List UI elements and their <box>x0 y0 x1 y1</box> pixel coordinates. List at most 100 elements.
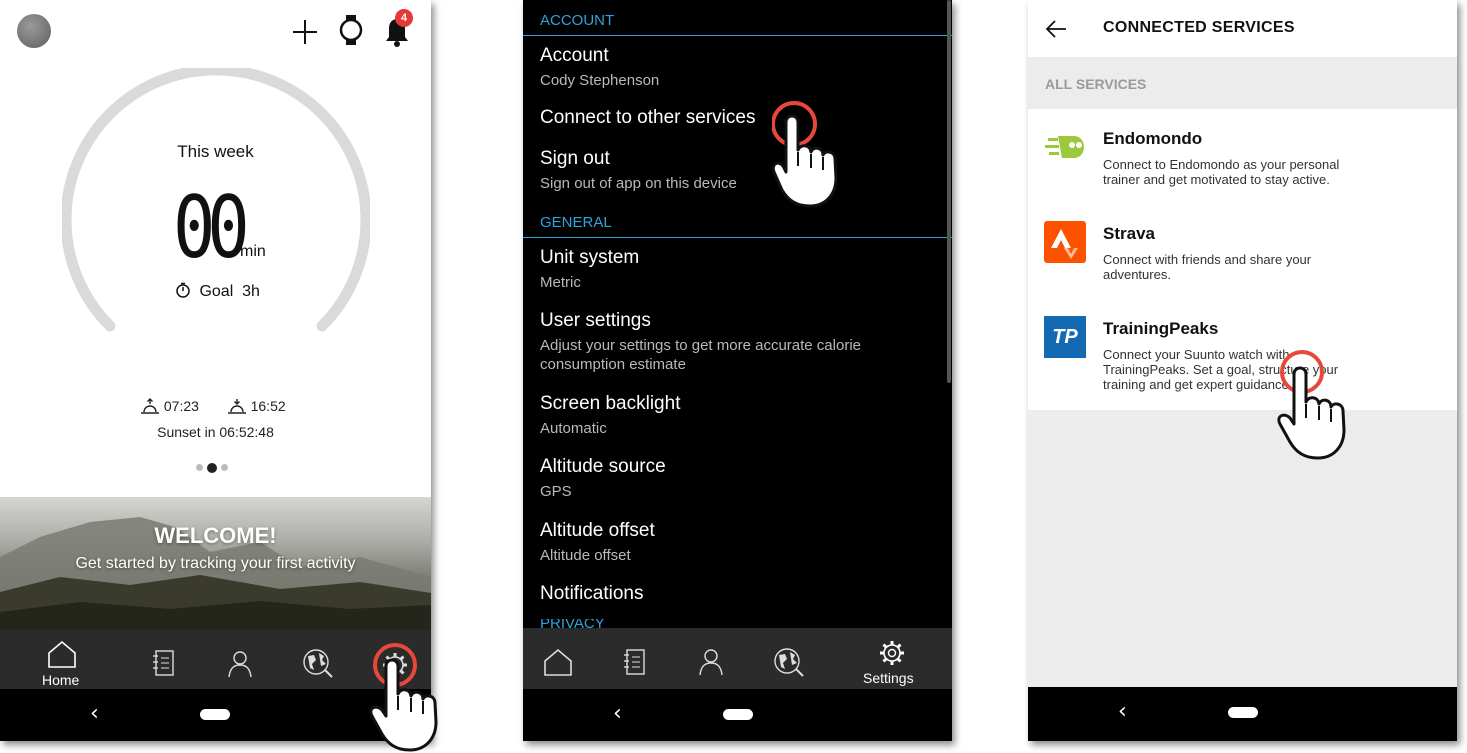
page-dot <box>221 464 228 472</box>
page-dot <box>196 464 203 472</box>
section-all-services: ALL SERVICES <box>1045 76 1147 92</box>
settings-item-title: User settings <box>540 310 651 331</box>
service-name: Strava <box>1103 224 1155 243</box>
settings-item-user-settings[interactable]: User settings Adjust your settings to ge… <box>540 310 920 374</box>
diary-icon <box>624 649 645 675</box>
section-privacy-label: PRIVACY <box>540 619 605 628</box>
endomondo-logo-icon <box>1045 136 1084 158</box>
home-screen: 4 This week 00 min Goal 3h 07:23 16:52 S… <box>0 0 431 741</box>
duration-unit: min <box>240 243 266 260</box>
sunrise-time: 07:23 <box>163 398 199 414</box>
settings-item-subtitle: Sign out of app on this device <box>540 175 737 192</box>
nav-home[interactable] <box>543 628 575 687</box>
nav-home-label: Home <box>42 672 80 688</box>
system-nav-bar: ‹ <box>1028 687 1457 741</box>
strava-logo-icon <box>1044 221 1086 263</box>
settings-item-title: Connect to other services <box>540 107 756 128</box>
settings-item-sign-out[interactable]: Sign out Sign out of app on this device <box>540 148 737 193</box>
settings-item-title: Altitude offset <box>540 520 655 541</box>
settings-item-subtitle: Cody Stephenson <box>540 72 660 89</box>
welcome-title: WELCOME! <box>154 523 277 548</box>
welcome-text: Get started by tracking your first activ… <box>75 555 356 572</box>
page-indicator[interactable] <box>196 459 232 477</box>
settings-item-title: Sign out <box>540 148 610 169</box>
page-title: CONNECTED SERVICES <box>1103 19 1295 36</box>
settings-item-subtitle: Altitude offset <box>540 547 631 564</box>
connected-services-screen: CONNECTED SERVICES ALL SERVICES Endomond… <box>1028 0 1457 741</box>
nav-explore[interactable] <box>300 630 336 689</box>
section-privacy: PRIVACY <box>540 619 605 628</box>
sunset-time: 16:52 <box>250 398 286 414</box>
system-home-button[interactable] <box>723 709 753 720</box>
service-strava[interactable]: Strava Connect with friends and share yo… <box>1028 204 1457 299</box>
service-endomondo[interactable]: Endomondo Connect to Endomondo as your p… <box>1028 109 1457 204</box>
settings-item-altitude-source[interactable]: Altitude source GPS <box>540 456 666 501</box>
avatar[interactable] <box>17 14 51 48</box>
service-description: Connect to Endomondo as your personal tr… <box>1103 157 1340 187</box>
sunrise-icon <box>141 398 159 414</box>
settings-item-title: Altitude source <box>540 456 666 477</box>
sunset-countdown: Sunset in 06:52:48 <box>157 424 274 440</box>
section-divider <box>523 237 952 238</box>
goal-label: Goal <box>199 283 234 300</box>
app-bar: CONNECTED SERVICES <box>1028 0 1457 57</box>
tap-hand-icon <box>1277 350 1346 460</box>
system-nav-bar: ‹ <box>523 689 952 741</box>
nav-profile[interactable] <box>697 628 729 687</box>
nav-diary[interactable] <box>621 628 653 687</box>
settings-item-unit-system[interactable]: Unit system Metric <box>540 247 639 292</box>
bottom-nav: Settings <box>523 628 952 689</box>
nav-home[interactable]: Home <box>30 630 94 689</box>
diary-icon <box>153 650 174 676</box>
settings-item-title: Notifications <box>540 583 644 604</box>
system-back-icon[interactable]: ‹ <box>90 701 99 726</box>
settings-item-altitude-offset[interactable]: Altitude offset Altitude offset <box>540 520 655 565</box>
section-divider <box>523 35 952 36</box>
trainingpeaks-logo-icon: TP <box>1044 316 1086 358</box>
settings-item-title: Account <box>540 45 609 66</box>
notifications-button[interactable]: 4 <box>381 9 415 48</box>
settings-item-connect-services[interactable]: Connect to other services <box>540 107 755 129</box>
profile-icon <box>228 651 252 678</box>
service-name: Endomondo <box>1103 129 1203 148</box>
watch-icon[interactable] <box>336 12 366 48</box>
settings-item-subtitle: Adjust your settings to get more accurat… <box>540 337 861 373</box>
tap-hand-icon <box>369 658 438 752</box>
settings-item-screen-backlight[interactable]: Screen backlight Automatic <box>540 393 680 438</box>
settings-item-notifications[interactable]: Notifications <box>540 583 644 605</box>
nav-settings[interactable]: Settings <box>857 628 927 687</box>
nav-profile[interactable] <box>224 630 256 689</box>
add-icon[interactable] <box>290 12 320 48</box>
system-back-icon[interactable]: ‹ <box>613 701 622 726</box>
nav-explore[interactable] <box>771 628 807 687</box>
page-dot-active <box>207 462 217 473</box>
globe-icon <box>303 649 333 678</box>
system-home-button[interactable] <box>1228 707 1258 718</box>
nav-diary[interactable] <box>148 630 180 689</box>
settings-item-account[interactable]: Account Cody Stephenson <box>540 45 659 90</box>
tap-hand-icon <box>772 101 838 208</box>
settings-item-title: Screen backlight <box>540 393 681 414</box>
globe-icon <box>774 648 804 677</box>
goal-value: 3h <box>242 283 260 300</box>
period-label: This week <box>177 142 254 161</box>
service-description: Connect with friends and share your adve… <box>1103 252 1312 282</box>
back-arrow-icon[interactable] <box>1045 18 1067 40</box>
sunset-icon <box>227 399 246 414</box>
section-account: ACCOUNT <box>540 12 615 29</box>
system-home-button[interactable] <box>200 709 230 720</box>
settings-icon <box>880 641 904 665</box>
welcome-card[interactable]: WELCOME! Get started by tracking your fi… <box>0 497 431 630</box>
service-name: TrainingPeaks <box>1103 319 1219 338</box>
system-back-icon[interactable]: ‹ <box>1118 699 1127 724</box>
settings-item-subtitle: GPS <box>540 483 572 500</box>
settings-item-subtitle: Automatic <box>540 420 607 437</box>
stopwatch-icon <box>176 282 190 298</box>
settings-screen: ACCOUNT Account Cody Stephenson Connect … <box>523 0 952 741</box>
scrollbar[interactable] <box>947 0 951 383</box>
settings-item-subtitle: Metric <box>540 274 581 291</box>
service-trainingpeaks[interactable]: TP TrainingPeaks Connect your Suunto wat… <box>1028 299 1457 394</box>
profile-icon <box>699 649 723 676</box>
sun-times: 07:23 16:52 <box>140 398 286 414</box>
home-icon <box>544 648 572 676</box>
